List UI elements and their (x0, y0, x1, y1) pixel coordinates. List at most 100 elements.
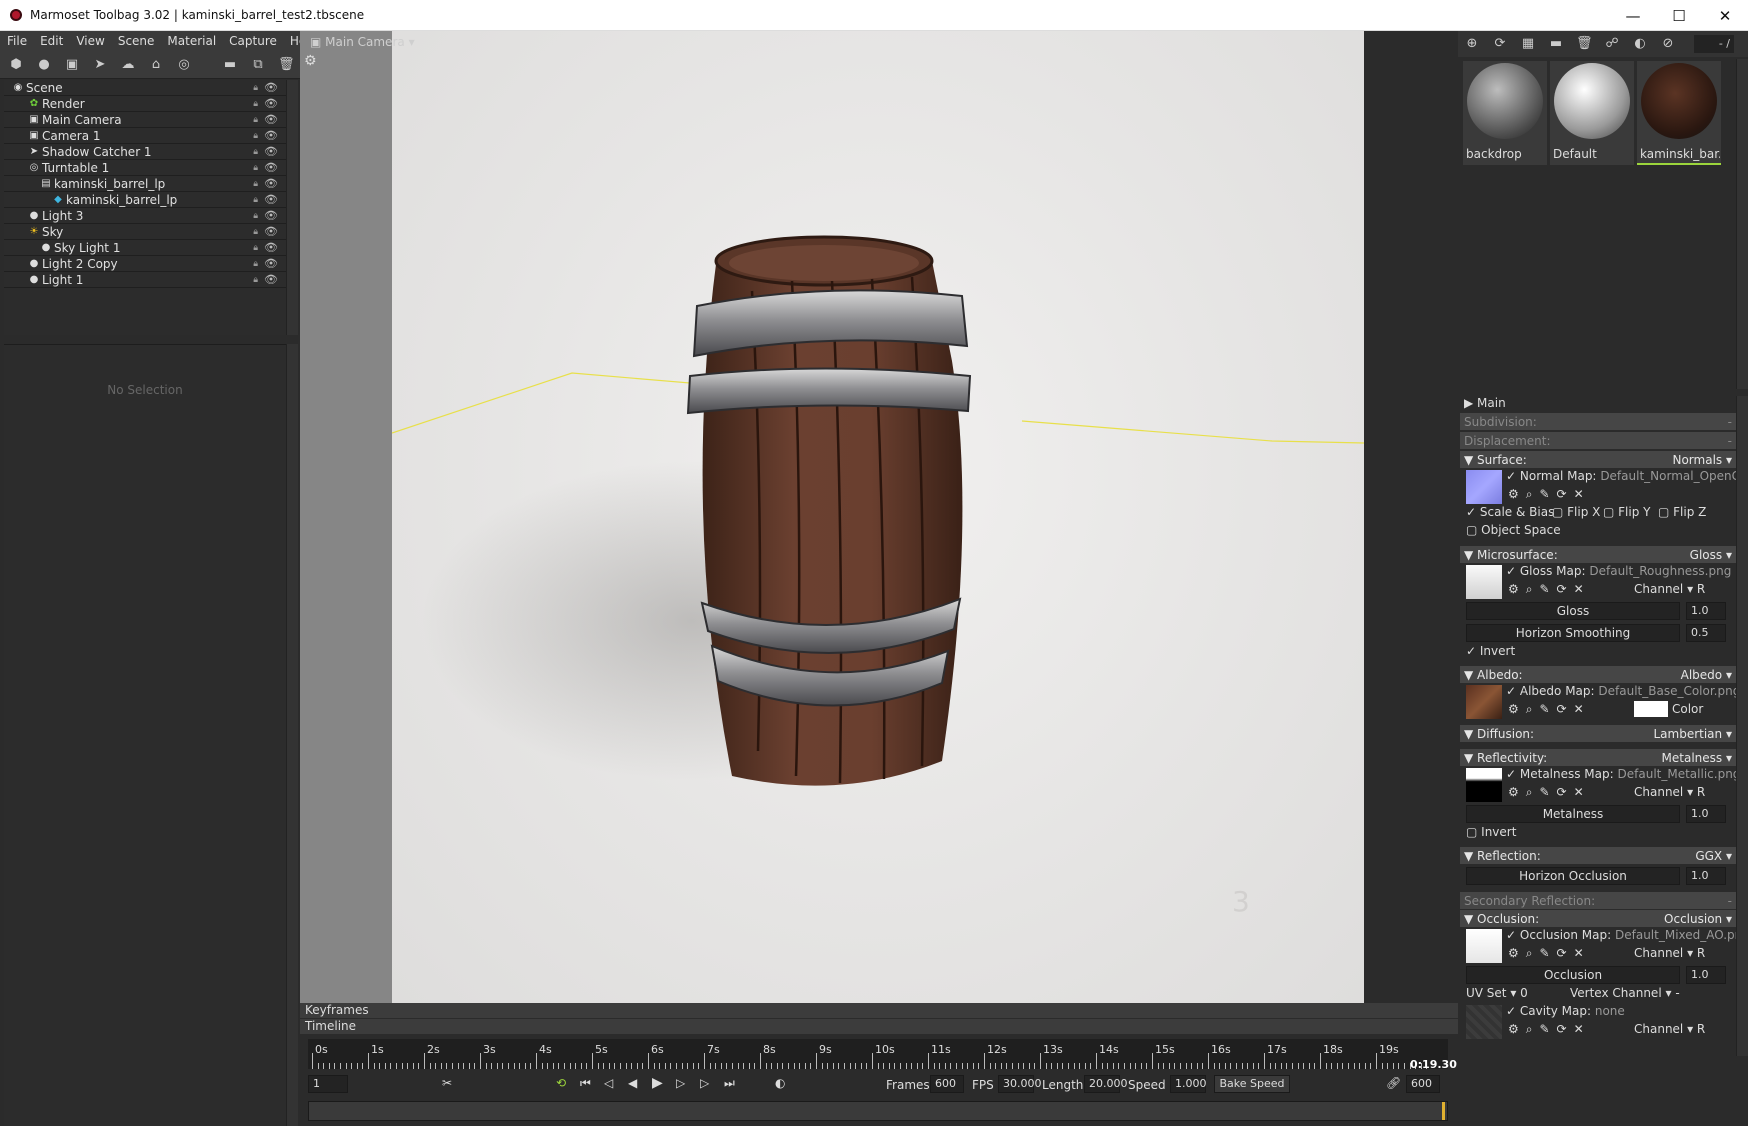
timeline-header[interactable]: Timeline (300, 1019, 1458, 1034)
visibility-eye-icon[interactable]: 👁︎ (264, 193, 278, 206)
reflection-section[interactable]: ▼ Reflection: GGX ▾ (1460, 847, 1736, 864)
visibility-eye-icon[interactable]: 👁︎ (264, 113, 278, 126)
visibility-eye-icon[interactable]: 👁︎ (264, 81, 278, 94)
scissors-icon[interactable]: ✂ (442, 1076, 452, 1090)
end-frame-field[interactable]: 600 (1406, 1075, 1440, 1093)
close-button[interactable]: ✕ (1702, 0, 1748, 31)
link-icon[interactable]: 🔗︎ (1386, 1076, 1401, 1090)
add-turntable-icon[interactable]: ◎ (176, 57, 192, 73)
properties-scrollbar[interactable] (1736, 396, 1748, 1056)
flip-y-checkbox[interactable]: ▢ Flip Y (1603, 505, 1651, 519)
gloss-channel-select[interactable]: Channel ▾ R (1634, 582, 1705, 596)
lock-icon[interactable]: 🔒︎ (253, 243, 258, 253)
prev-key-icon[interactable]: ◁ (604, 1076, 613, 1090)
visibility-eye-icon[interactable]: 👁︎ (264, 225, 278, 238)
occlusion-map-thumbnail[interactable] (1466, 929, 1502, 963)
add-material-icon[interactable]: ⊕ (1464, 36, 1480, 52)
keyframes-header[interactable]: Keyframes (300, 1003, 1458, 1018)
gloss-value[interactable]: 1.0 (1686, 602, 1726, 620)
step-forward-icon[interactable]: ▷ (676, 1076, 685, 1090)
tree-item-sky[interactable]: ☀ Sky 🔒︎ 👁︎ (4, 224, 286, 240)
occlusion-channel-select[interactable]: Channel ▾ R (1634, 946, 1705, 960)
scene-tree-scrollbar[interactable] (286, 80, 298, 335)
add-sky-icon[interactable]: ⌂ (148, 57, 164, 73)
length-field[interactable]: 20.000 (1084, 1075, 1128, 1093)
metalness-map-thumbnail[interactable] (1466, 768, 1502, 802)
normal-map-tools[interactable]: ⚙⌕✎⟳✕ (1508, 487, 1591, 502)
lock-icon[interactable]: 🔒︎ (253, 195, 258, 205)
reflectivity-section[interactable]: ▼ Reflectivity: Metalness ▾ (1460, 749, 1736, 766)
lock-icon[interactable]: 🔒︎ (253, 115, 258, 125)
lock-icon[interactable]: 🔒︎ (253, 211, 258, 221)
lock-icon[interactable]: 🔒︎ (253, 83, 258, 93)
gloss-map-thumbnail[interactable] (1466, 565, 1502, 599)
metalness-map-tools[interactable]: ⚙⌕✎⟳✕ (1508, 785, 1591, 800)
vertex-channel-select[interactable]: Vertex Channel ▾ - (1570, 986, 1680, 1000)
material-swatch-backdrop[interactable]: backdrop (1463, 61, 1547, 165)
lock-icon[interactable]: 🔒︎ (253, 99, 258, 109)
metalness-slider[interactable]: Metalness (1466, 805, 1680, 823)
diffusion-section[interactable]: ▼ Diffusion: Lambertian ▾ (1460, 725, 1736, 742)
tree-item-turntable[interactable]: ◎ Turntable 1 🔒︎ 👁︎ (4, 160, 286, 176)
viewport[interactable]: 3 ▣ Main Camera ▾ ⚙ (300, 31, 1364, 1003)
occlusion-slider[interactable]: Occlusion (1466, 966, 1680, 984)
tree-item-shadow-catcher[interactable]: ➤ Shadow Catcher 1 🔒︎ 👁︎ (4, 144, 286, 160)
skip-end-icon[interactable]: ⏭ (724, 1076, 735, 1091)
material-folder-icon[interactable]: ▬ (1548, 36, 1564, 52)
visibility-eye-icon[interactable]: 👁︎ (264, 241, 278, 254)
lock-icon[interactable]: 🔒︎ (253, 259, 258, 269)
add-fog-icon[interactable]: ☁ (120, 57, 136, 73)
skip-start-icon[interactable]: ⏮ (580, 1076, 591, 1091)
horizon-smoothing-value[interactable]: 0.5 (1686, 624, 1726, 642)
tree-item-barrel-file[interactable]: ▤ kaminski_barrel_lp 🔒︎ 👁︎ (4, 176, 286, 192)
visibility-eye-icon[interactable]: 👁︎ (264, 129, 278, 142)
material-swatch-default[interactable]: Default (1550, 61, 1634, 165)
material-list-scrollbar[interactable] (1736, 59, 1748, 389)
add-camera-icon[interactable]: ▣ (64, 57, 80, 73)
selection-scrollbar[interactable] (286, 344, 298, 1126)
invert-metalness-checkbox[interactable]: ▢ Invert (1466, 825, 1516, 839)
current-frame-field[interactable]: 1 (308, 1075, 348, 1093)
delete-icon[interactable]: 🗑 (278, 57, 295, 73)
gloss-slider[interactable]: Gloss (1466, 602, 1680, 620)
material-swatch-barrel[interactable]: kaminski_bar... (1637, 61, 1721, 165)
flip-x-checkbox[interactable]: ▢ Flip X (1552, 505, 1600, 519)
visibility-eye-icon[interactable]: 👁︎ (264, 273, 278, 286)
metalness-channel-select[interactable]: Channel ▾ R (1634, 785, 1705, 799)
tree-item-camera-1[interactable]: ▣ Camera 1 🔒︎ 👁︎ (4, 128, 286, 144)
horizon-smoothing-slider[interactable]: Horizon Smoothing (1466, 624, 1680, 642)
occlusion-section[interactable]: ▼ Occlusion: Occlusion ▾ (1460, 910, 1736, 927)
metalness-map-label[interactable]: ✓ Metalness Map: Default_Metallic.png (1506, 767, 1740, 781)
add-light-icon[interactable]: ● (36, 57, 52, 73)
next-key-icon[interactable]: ▷ (700, 1076, 709, 1090)
surface-section[interactable]: ▼ Surface: Normals ▾ (1460, 451, 1736, 468)
loop-icon[interactable]: ⟲ (556, 1076, 566, 1090)
lock-icon[interactable]: 🔒︎ (253, 147, 258, 157)
frames-field[interactable]: 600 (930, 1075, 964, 1093)
object-space-checkbox[interactable]: ▢ Object Space (1466, 523, 1561, 537)
lock-icon[interactable]: 🔒︎ (253, 163, 258, 173)
material-grid-icon[interactable]: ▦ (1520, 36, 1536, 52)
playhead-marker[interactable] (1442, 1102, 1445, 1120)
menu-material[interactable]: Material (160, 34, 222, 48)
secondary-reflection-section[interactable]: Secondary Reflection: - (1460, 892, 1736, 909)
menu-view[interactable]: View (69, 34, 110, 48)
speed-dial-icon[interactable]: ◐ (775, 1076, 785, 1090)
cavity-map-label[interactable]: ✓ Cavity Map: none (1506, 1004, 1625, 1018)
assign-material-icon[interactable]: ☍ (1604, 36, 1620, 52)
albedo-map-tools[interactable]: ⚙⌕✎⟳✕ (1508, 702, 1591, 717)
maximize-button[interactable]: ☐ (1656, 0, 1702, 31)
tree-item-barrel-mesh[interactable]: ◆ kaminski_barrel_lp 🔒︎ 👁︎ (4, 192, 286, 208)
tree-item-render[interactable]: ✿ Render 🔒︎ 👁︎ (4, 96, 286, 112)
main-section[interactable]: ▶ Main (1464, 396, 1506, 410)
normal-map-label[interactable]: ✓ Normal Map: Default_Normal_OpenGL.p (1506, 469, 1748, 483)
tree-item-light-2-copy[interactable]: ● Light 2 Copy 🔒︎ 👁︎ (4, 256, 286, 272)
fps-field[interactable]: 30.000 (998, 1075, 1042, 1093)
uv-set-select[interactable]: UV Set ▾ 0 (1466, 986, 1528, 1000)
minimize-button[interactable]: — (1610, 0, 1656, 31)
step-back-icon[interactable]: ◀ (628, 1076, 637, 1090)
camera-selector[interactable]: ▣ Main Camera ▾ (310, 35, 415, 49)
lock-icon[interactable]: 🔒︎ (253, 131, 258, 141)
cavity-map-thumbnail[interactable] (1466, 1005, 1502, 1039)
speed-field[interactable]: 1.000 (1170, 1075, 1207, 1093)
